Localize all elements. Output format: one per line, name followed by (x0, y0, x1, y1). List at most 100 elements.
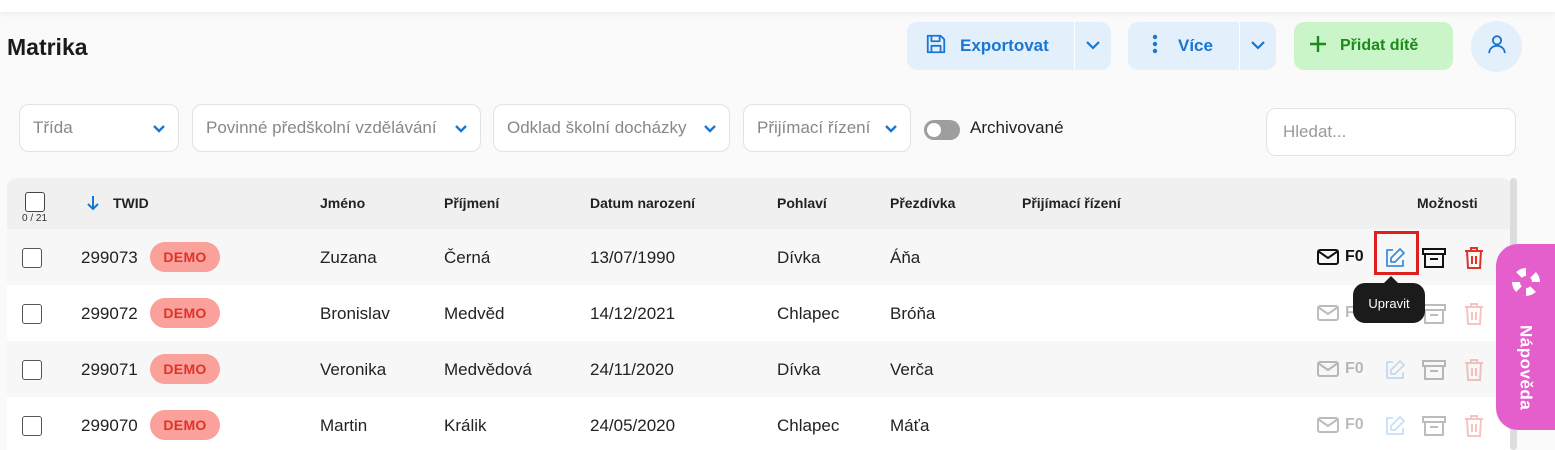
column-header-first-name[interactable]: Jméno (320, 195, 365, 211)
add-child-button[interactable]: Přidat dítě (1294, 22, 1453, 70)
edit-button-highlight (1374, 231, 1419, 275)
archive-icon[interactable] (1421, 358, 1447, 387)
birth-date-cell: 14/12/2021 (590, 304, 676, 323)
more-split-button: Více (1128, 22, 1276, 70)
select-all-checkbox[interactable] (25, 192, 45, 212)
f0-label[interactable]: F0 (1345, 416, 1364, 434)
chevron-down-icon (454, 118, 468, 138)
page-title: Matrika (7, 34, 88, 60)
nickname-cell: Bróňa (890, 304, 936, 323)
table-row[interactable]: 299071 DEMO Veronika Medvědová 24/11/202… (7, 341, 1512, 397)
row-checkbox[interactable] (22, 416, 42, 436)
table-row[interactable]: 299070 DEMO Martin Králik 24/05/2020 Chl… (7, 397, 1512, 450)
user-profile-button[interactable] (1471, 21, 1522, 72)
chevron-down-icon (884, 118, 898, 138)
deferral-filter-label: Odklad školní docházky (507, 118, 687, 137)
class-filter[interactable]: Třída (19, 104, 179, 152)
demo-badge: DEMO (150, 298, 220, 328)
help-label: Nápověda (1516, 325, 1536, 411)
birth-date-cell: 24/11/2020 (590, 360, 674, 379)
toggle-knob (927, 123, 941, 137)
twid-cell: 299071 (81, 360, 138, 379)
mail-icon[interactable] (1316, 414, 1340, 441)
gender-cell: Chlapec (777, 416, 840, 435)
row-checkbox[interactable] (22, 360, 42, 380)
archived-toggle-group: Archivované (924, 116, 1064, 140)
children-table: 0 / 21 TWID Jméno Příjmení Datum narozen… (7, 178, 1512, 450)
column-header-options: Možnosti (1417, 195, 1478, 211)
last-name-cell: Medvědová (444, 360, 532, 379)
column-header-last-name[interactable]: Příjmení (444, 195, 499, 211)
export-dropdown-toggle[interactable] (1074, 22, 1111, 70)
chevron-down-icon (1085, 37, 1101, 55)
column-header-birth-date[interactable]: Datum narození (590, 195, 695, 211)
edit-tooltip: Upravit (1353, 276, 1425, 323)
more-button[interactable]: Více (1128, 22, 1239, 70)
chevron-down-icon (152, 118, 166, 138)
table-row[interactable]: 299073 DEMO Zuzana Černá 13/07/1990 Dívk… (7, 229, 1512, 285)
table-header: 0 / 21 TWID Jméno Příjmení Datum narozen… (7, 178, 1512, 229)
compulsory-education-filter[interactable]: Povinné předškolní vzdělávání (192, 104, 481, 152)
demo-badge: DEMO (150, 242, 220, 272)
selected-count: 0 / 21 (22, 213, 48, 224)
first-name-cell: Veronika (320, 360, 387, 379)
column-header-nickname[interactable]: Přezdívka (890, 195, 955, 211)
more-dropdown-toggle[interactable] (1239, 22, 1276, 70)
gender-cell: Dívka (777, 360, 821, 379)
last-name-cell: Medvěd (444, 304, 505, 323)
gender-cell: Chlapec (777, 304, 840, 323)
nickname-cell: Áňa (890, 248, 921, 267)
trash-icon[interactable] (1463, 414, 1485, 443)
twid-cell: 299070 (81, 416, 138, 435)
more-label: Více (1178, 36, 1213, 55)
column-header-twid[interactable]: TWID (113, 195, 149, 211)
archived-toggle[interactable] (924, 120, 960, 140)
export-split-button: Exportovat (907, 22, 1111, 70)
top-bar (0, 0, 1555, 12)
more-vertical-icon (1152, 34, 1158, 59)
row-checkbox[interactable] (22, 304, 42, 324)
export-button[interactable]: Exportovat (907, 22, 1074, 70)
f0-label[interactable]: F0 (1345, 248, 1364, 266)
chevron-down-icon (703, 118, 717, 138)
last-name-cell: Králik (444, 416, 487, 435)
trash-icon[interactable] (1463, 302, 1485, 331)
first-name-cell: Zuzana (320, 248, 377, 267)
archive-icon[interactable] (1421, 414, 1447, 443)
table-row[interactable]: 299072 DEMO Bronislav Medvěd 14/12/2021 … (7, 285, 1512, 341)
trash-icon[interactable] (1463, 358, 1485, 387)
first-name-cell: Bronislav (320, 304, 390, 323)
mail-icon[interactable] (1316, 246, 1340, 273)
mail-icon[interactable] (1316, 358, 1340, 385)
deferral-filter[interactable]: Odklad školní docházky (493, 104, 730, 152)
gender-cell: Dívka (777, 248, 821, 267)
column-header-gender[interactable]: Pohlaví (777, 195, 827, 211)
class-filter-label: Třída (33, 118, 73, 137)
f0-label[interactable]: F0 (1345, 360, 1364, 378)
add-child-label: Přidat dítě (1340, 37, 1419, 54)
last-name-cell: Černá (444, 248, 491, 267)
archived-label: Archivované (970, 118, 1064, 137)
archive-icon[interactable] (1421, 246, 1447, 275)
twid-cell: 299072 (81, 304, 138, 323)
user-icon (1486, 33, 1508, 60)
edit-icon[interactable] (1383, 358, 1407, 387)
plus-icon (1308, 34, 1328, 59)
chevron-down-icon (1250, 37, 1266, 55)
column-header-admission[interactable]: Přijímací řízení (1022, 195, 1121, 211)
admission-filter[interactable]: Přijímací řízení (743, 104, 911, 152)
demo-badge: DEMO (150, 354, 220, 384)
lifebuoy-icon (1510, 266, 1542, 303)
demo-badge: DEMO (150, 410, 220, 440)
twid-cell: 299073 (81, 248, 138, 267)
trash-icon[interactable] (1463, 246, 1485, 275)
mail-icon[interactable] (1316, 302, 1340, 329)
nickname-cell: Máťa (890, 416, 930, 435)
row-checkbox[interactable] (22, 248, 42, 268)
first-name-cell: Martin (320, 416, 368, 435)
search-input[interactable] (1266, 108, 1516, 156)
edit-icon[interactable] (1383, 414, 1407, 443)
save-icon (925, 33, 947, 60)
help-tab[interactable]: Nápověda (1496, 244, 1555, 430)
sort-descending-icon[interactable] (86, 195, 100, 216)
